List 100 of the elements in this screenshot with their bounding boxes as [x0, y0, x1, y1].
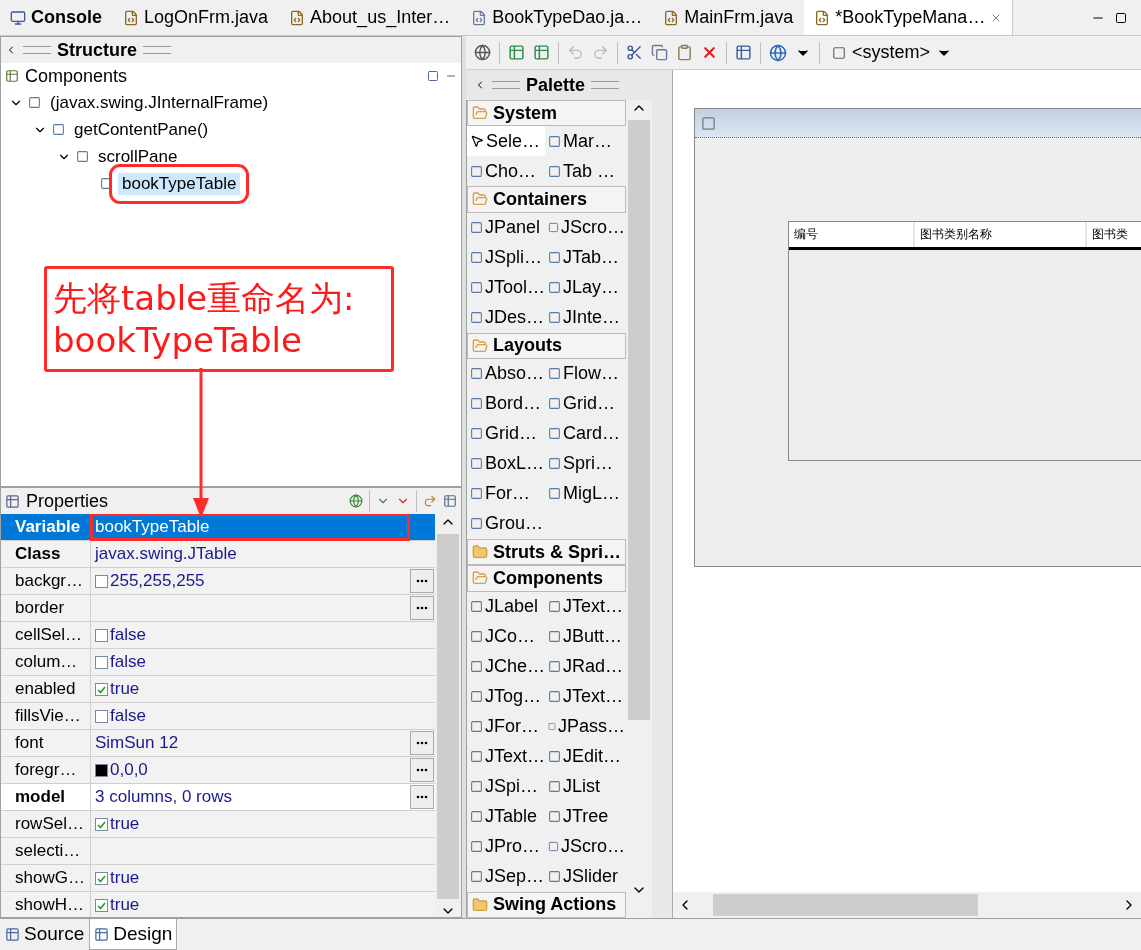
palette-item[interactable]: Tab …: [545, 156, 625, 187]
property-row[interactable]: enabled true: [1, 676, 435, 703]
palette-item[interactable]: JPro…: [467, 831, 545, 862]
property-row[interactable]: selecti…: [1, 838, 435, 865]
palette-group[interactable]: Components: [467, 565, 626, 592]
editor-tab[interactable]: Console: [0, 0, 113, 35]
checkbox[interactable]: [95, 628, 108, 642]
palette-group[interactable]: Containers: [467, 186, 626, 213]
palette-group[interactable]: Struts & Spri…: [467, 539, 626, 566]
palette-item[interactable]: JEdit…: [545, 741, 625, 772]
palette-item[interactable]: Grou…: [467, 509, 545, 539]
palette-item[interactable]: JSpi…: [467, 771, 545, 802]
property-row[interactable]: cellSel… false: [1, 622, 435, 649]
scrollbar[interactable]: [673, 892, 1141, 918]
palette-item[interactable]: MigL…: [545, 479, 625, 509]
property-row[interactable]: font SimSun 12: [1, 730, 435, 757]
palette-item[interactable]: JText…: [545, 591, 625, 622]
palette-item[interactable]: JSlider: [545, 861, 625, 892]
palette-item[interactable]: Spri…: [545, 449, 625, 479]
palette-item[interactable]: Grid…: [467, 419, 545, 449]
palette-item[interactable]: JDes…: [467, 302, 545, 333]
palette-item[interactable]: JTog…: [467, 681, 545, 712]
palette-item[interactable]: Sele…: [467, 126, 545, 157]
table-icon[interactable]: [443, 494, 457, 508]
property-row[interactable]: fillsVie… false: [1, 703, 435, 730]
property-row[interactable]: rowSel… true: [1, 811, 435, 838]
palette-item[interactable]: JLay…: [545, 272, 625, 303]
ellipsis-button[interactable]: [410, 758, 434, 782]
property-row[interactable]: border: [1, 595, 435, 622]
editor-tab[interactable]: MainFrm.java: [653, 0, 805, 35]
palette-item[interactable]: JTab…: [545, 242, 625, 273]
palette-item[interactable]: JTree: [545, 801, 625, 832]
palette-item[interactable]: JChe…: [467, 651, 545, 682]
paste-icon[interactable]: [676, 44, 693, 61]
property-row[interactable]: backgr… 255,255,255: [1, 568, 435, 595]
editor-tab[interactable]: *BookTypeMana…: [804, 0, 1014, 35]
checkbox[interactable]: [95, 682, 108, 696]
palette-item[interactable]: JRad…: [545, 651, 625, 682]
palette-item[interactable]: Card…: [545, 419, 625, 449]
palette-item[interactable]: JInte…: [545, 302, 625, 333]
bottom-tab[interactable]: Design: [89, 919, 178, 950]
grip-icon[interactable]: [591, 81, 620, 89]
palette-item[interactable]: For…: [467, 479, 545, 509]
palette-item[interactable]: JList: [545, 771, 625, 802]
property-row[interactable]: Variable bookTypeTable: [1, 514, 435, 541]
palette-item[interactable]: JFor…: [467, 711, 545, 742]
bottom-tab[interactable]: Source: [0, 919, 90, 950]
editor-tab[interactable]: About_us_Inter…: [279, 0, 462, 35]
grip-icon[interactable]: [492, 81, 520, 89]
palette-item[interactable]: Cho…: [467, 156, 545, 187]
globe-icon[interactable]: [769, 43, 787, 62]
checkbox[interactable]: [95, 817, 108, 831]
palette-item[interactable]: JTable: [467, 801, 545, 832]
palette-item[interactable]: JSpli…: [467, 242, 545, 273]
palette-item[interactable]: JCo…: [467, 621, 545, 652]
palette-item[interactable]: Flow…: [545, 359, 625, 389]
redo-arrow-icon[interactable]: [423, 494, 437, 508]
tree-item[interactable]: scrollPane: [94, 145, 182, 168]
palette-item[interactable]: JText…: [545, 681, 625, 712]
palette-group[interactable]: Layouts: [467, 332, 626, 359]
palette-item[interactable]: Abso…: [467, 359, 545, 389]
palette-item[interactable]: JTool…: [467, 272, 545, 303]
ellipsis-button[interactable]: [410, 569, 434, 593]
tree-item[interactable]: getContentPane(): [70, 118, 213, 141]
palette-item[interactable]: Mar…: [545, 126, 625, 157]
delete-icon[interactable]: [701, 44, 718, 61]
ellipsis-button[interactable]: [410, 785, 434, 809]
maximize-icon[interactable]: [1115, 11, 1127, 24]
editor-tab[interactable]: LogOnFrm.java: [113, 0, 280, 35]
ellipsis-button[interactable]: [410, 731, 434, 755]
copy-icon[interactable]: [651, 44, 668, 61]
property-row[interactable]: Class javax.swing.JTable: [1, 541, 435, 568]
palette-item[interactable]: JButt…: [545, 621, 625, 652]
palette-item[interactable]: JScro…: [545, 212, 625, 243]
palette-item[interactable]: JPanel: [467, 212, 545, 243]
palette-item[interactable]: JPass…: [545, 711, 625, 742]
palette-group[interactable]: Swing Actions: [467, 891, 626, 918]
property-row[interactable]: model 3 columns, 0 rows: [1, 784, 435, 811]
checkbox[interactable]: [95, 871, 108, 885]
system-dropdown[interactable]: <system>: [828, 42, 957, 63]
grip-icon[interactable]: [23, 46, 51, 54]
grip-icon[interactable]: [143, 46, 171, 54]
palette-item[interactable]: Grid…: [545, 389, 625, 419]
property-row[interactable]: showG… true: [1, 865, 435, 892]
checkbox[interactable]: [95, 709, 108, 723]
palette-item[interactable]: Bord…: [467, 389, 545, 419]
checkbox[interactable]: [95, 898, 108, 912]
palette-item[interactable]: JScro…: [545, 831, 625, 862]
palette-group[interactable]: System: [467, 100, 626, 127]
tree-item[interactable]: (javax.swing.JInternalFrame): [46, 91, 273, 114]
palette-item[interactable]: JText…: [467, 741, 545, 772]
property-row[interactable]: colum… false: [1, 649, 435, 676]
palette-item[interactable]: BoxL…: [467, 449, 545, 479]
palette-item[interactable]: JSep…: [467, 861, 545, 892]
palette-item[interactable]: JLabel: [467, 591, 545, 622]
editor-tab[interactable]: BookTypeDao.ja…: [461, 0, 654, 35]
checkbox[interactable]: [95, 655, 108, 669]
property-row[interactable]: foregr… 0,0,0: [1, 757, 435, 784]
cut-icon[interactable]: [626, 44, 643, 61]
ellipsis-button[interactable]: [410, 596, 434, 620]
